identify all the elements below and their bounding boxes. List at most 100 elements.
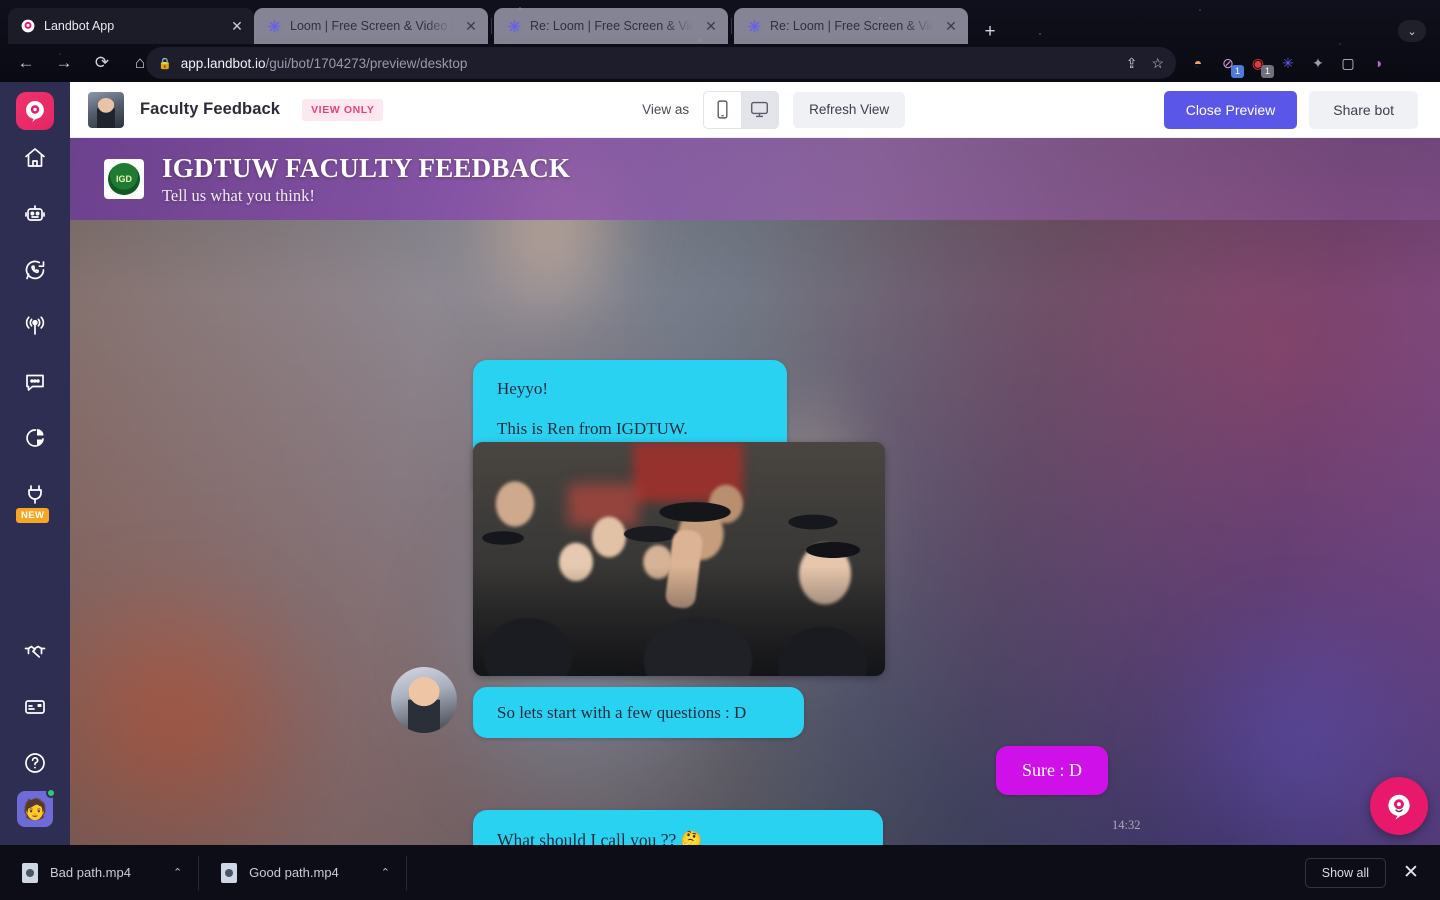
tab-title: Landbot App bbox=[44, 19, 115, 33]
loom-icon bbox=[746, 18, 762, 34]
tab-close-icon[interactable]: ✕ bbox=[942, 17, 960, 35]
landbot-icon bbox=[20, 18, 36, 34]
back-arrow-icon[interactable]: ← bbox=[10, 47, 42, 79]
bot-message-bubble: So lets start with a few questions : D bbox=[473, 687, 804, 739]
view-as-label: View as bbox=[642, 102, 690, 117]
crest-inner: IGD bbox=[108, 163, 140, 195]
graduation-photo bbox=[473, 442, 885, 676]
close-icon[interactable]: ✕ bbox=[1400, 861, 1422, 884]
tab-close-icon[interactable]: ✕ bbox=[702, 17, 720, 35]
tab-search-chevron-down-icon[interactable]: ⌄ bbox=[1398, 20, 1426, 42]
question-input-bubble: What should I call you ?? 🤔 ➤ bbox=[473, 810, 883, 845]
status-badge: VIEW ONLY bbox=[302, 98, 384, 121]
bot-message-line: Heyyo! bbox=[497, 379, 548, 398]
extension-badge: 1 bbox=[1261, 65, 1274, 78]
question-prompt: What should I call you ?? 🤔 bbox=[497, 830, 703, 845]
igdtuw-crest-logo: IGD bbox=[104, 159, 144, 199]
download-item[interactable]: Bad path.mp4 ⌃ bbox=[0, 845, 198, 900]
address-bar[interactable]: 🔒 app.landbot.io/gui/bot/1704273/preview… bbox=[146, 47, 1176, 79]
user-avatar[interactable]: 🧑 bbox=[17, 788, 56, 827]
bot-avatar bbox=[391, 667, 457, 733]
chat-banner: IGD IGDTUW FACULTY FEEDBACK Tell us what… bbox=[70, 138, 1440, 220]
bot-message-line: So lets start with a few questions : D bbox=[497, 703, 747, 722]
url-path: /gui/bot/1704273/preview/desktop bbox=[265, 55, 468, 71]
download-divider bbox=[406, 855, 408, 890]
share-icon[interactable]: ⇪ bbox=[1126, 55, 1138, 72]
device-toggle bbox=[703, 90, 780, 129]
sidebar-item-whatsapp[interactable] bbox=[0, 242, 70, 298]
bot-message-line: This is Ren from IGDTUW. bbox=[497, 419, 688, 439]
sidebar-item-billing[interactable] bbox=[0, 679, 70, 735]
reload-icon[interactable]: ⟳ bbox=[86, 47, 118, 79]
sidebar-item-partners[interactable] bbox=[0, 623, 70, 679]
loom-extension-icon[interactable]: ✳ bbox=[1278, 53, 1298, 73]
profile-avatar-icon[interactable]: ◑ bbox=[1368, 53, 1388, 73]
tab-title: Re: Loom | Free Screen & Vide bbox=[770, 19, 934, 33]
app-sidebar: NEW 🧑 bbox=[0, 82, 70, 845]
new-badge: NEW bbox=[16, 508, 50, 523]
cast-icon[interactable]: ▢ bbox=[1338, 53, 1358, 73]
tab-close-icon[interactable]: ✕ bbox=[462, 17, 480, 35]
refresh-view-button[interactable]: Refresh View bbox=[793, 91, 906, 128]
preview-header: Faculty Feedback VIEW ONLY View as Refre… bbox=[70, 82, 1440, 138]
video-file-icon bbox=[221, 862, 238, 883]
show-all-downloads-button[interactable]: Show all bbox=[1304, 857, 1386, 888]
loom-icon bbox=[266, 18, 282, 34]
tab-divider bbox=[491, 18, 492, 34]
profile-extension-icon[interactable]: ◓ bbox=[1188, 53, 1208, 73]
blocker-extension-icon[interactable]: ⊘ 1 bbox=[1218, 53, 1244, 78]
tab-close-icon[interactable]: ✕ bbox=[228, 17, 246, 35]
sidebar-item-broadcast[interactable] bbox=[0, 298, 70, 354]
landbot-logo[interactable] bbox=[16, 92, 54, 130]
chat-preview-stage: IGD IGDTUW FACULTY FEEDBACK Tell us what… bbox=[70, 138, 1440, 845]
sidebar-item-integrations[interactable]: NEW bbox=[0, 466, 70, 523]
tab-divider bbox=[731, 18, 732, 34]
tab-strip: Landbot App ✕ Loom | Free Screen & Video… bbox=[0, 8, 1440, 44]
share-bot-button[interactable]: Share bot bbox=[1309, 90, 1418, 129]
browser-tab-3[interactable]: Re: Loom | Free Screen & Vide ✕ bbox=[734, 8, 968, 44]
extension-badge: 1 bbox=[1231, 65, 1244, 78]
tab-title: Re: Loom | Free Screen & Vide bbox=[530, 19, 694, 33]
download-bar: Bad path.mp4 ⌃ Good path.mp4 ⌃ Show all … bbox=[0, 845, 1440, 900]
banner-subtitle: Tell us what you think! bbox=[162, 185, 315, 205]
bookmark-star-icon[interactable]: ☆ bbox=[1151, 55, 1164, 72]
puzzle-extensions-icon[interactable]: ✦ bbox=[1308, 53, 1328, 73]
browser-tab-1[interactable]: Loom | Free Screen & Video Re ✕ bbox=[254, 8, 488, 44]
download-file-name: Bad path.mp4 bbox=[50, 865, 131, 880]
sidebar-item-help[interactable] bbox=[0, 735, 70, 791]
view-as-group: View as Refresh View bbox=[642, 90, 906, 129]
video-file-icon bbox=[22, 862, 38, 883]
loom-icon bbox=[506, 18, 522, 34]
chevron-up-icon[interactable]: ⌃ bbox=[381, 866, 390, 879]
sidebar-item-home[interactable] bbox=[0, 130, 70, 186]
browser-chrome: Landbot App ✕ Loom | Free Screen & Video… bbox=[0, 0, 1440, 82]
banner-title: IGDTUW FACULTY FEEDBACK bbox=[162, 152, 571, 183]
browser-tab-2[interactable]: Re: Loom | Free Screen & Vide ✕ bbox=[494, 8, 728, 44]
lock-icon: 🔒 bbox=[158, 57, 172, 70]
sidebar-item-inbox[interactable] bbox=[0, 354, 70, 410]
message-list: Heyyo! This is Ren from IGDTUW. I'll gui… bbox=[70, 220, 1440, 845]
page-title: Faculty Feedback bbox=[140, 100, 281, 118]
new-tab-button[interactable]: + bbox=[975, 18, 1005, 44]
extensions-tray: ◓ ⊘ 1 ◉ 1 ✳ ✦ ▢ ◑ bbox=[1180, 47, 1396, 79]
landbot-chat-widget[interactable] bbox=[1370, 777, 1428, 835]
close-preview-button[interactable]: Close Preview bbox=[1163, 90, 1298, 129]
mobile-view-icon[interactable] bbox=[704, 92, 741, 128]
online-status-dot bbox=[46, 788, 56, 798]
forward-arrow-icon[interactable]: → bbox=[48, 47, 80, 79]
download-file-name: Good path.mp4 bbox=[249, 865, 339, 880]
message-timestamp: 14:32 bbox=[1112, 818, 1141, 832]
browser-tab-0[interactable]: Landbot App ✕ bbox=[8, 8, 254, 44]
recorder-extension-icon[interactable]: ◉ 1 bbox=[1248, 53, 1274, 78]
desktop-view-icon[interactable] bbox=[741, 91, 779, 128]
browser-toolbar: ← → ⟳ ⌂ 🔒 app.landbot.io/gui/bot/1704273… bbox=[0, 44, 1440, 82]
url-host: app.landbot.io bbox=[180, 55, 266, 71]
download-item[interactable]: Good path.mp4 ⌃ bbox=[199, 845, 406, 900]
sidebar-item-bots[interactable] bbox=[0, 186, 70, 242]
bot-thumbnail bbox=[88, 91, 124, 128]
chevron-up-icon[interactable]: ⌃ bbox=[173, 866, 182, 879]
user-message-bubble: Sure : D bbox=[996, 746, 1108, 795]
tab-title: Loom | Free Screen & Video Re bbox=[290, 19, 454, 33]
sidebar-item-analytics[interactable] bbox=[0, 410, 70, 466]
header-actions: Close Preview Share bot bbox=[1163, 90, 1418, 129]
